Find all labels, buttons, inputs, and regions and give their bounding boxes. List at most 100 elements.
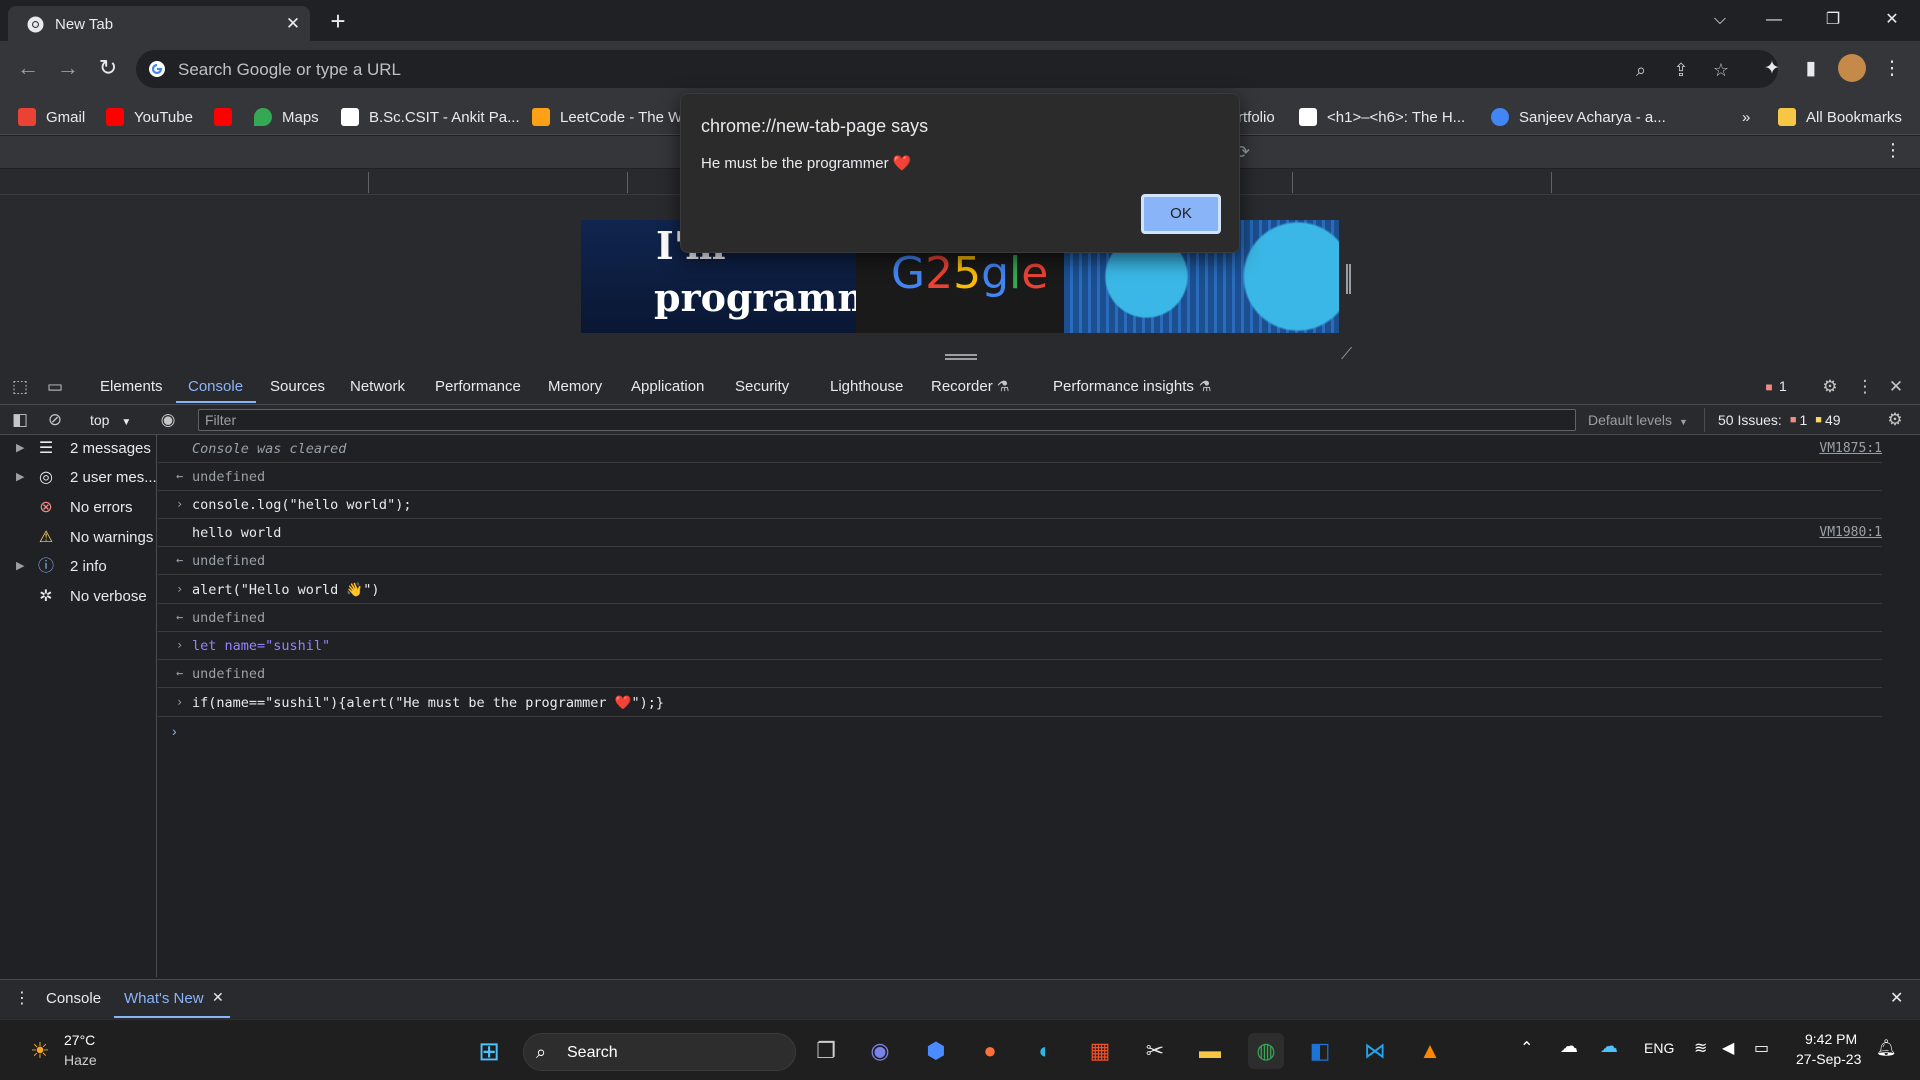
tab-performance[interactable]: Performance: [435, 378, 521, 395]
chrome-taskbar-icon[interactable]: ◍: [1248, 1033, 1284, 1069]
devtools-menu-icon[interactable]: ⋮: [1854, 376, 1876, 398]
zoom-icon[interactable]: ⌕: [1630, 59, 1652, 81]
settings-gear-icon[interactable]: ⚙: [1819, 376, 1841, 398]
close-drawer-icon[interactable]: ✕: [1890, 988, 1903, 1008]
resize-handle[interactable]: [1346, 264, 1351, 294]
tab-memory[interactable]: Memory: [548, 378, 602, 395]
wifi-icon[interactable]: ≋: [1694, 1038, 1707, 1058]
error-badge-count[interactable]: 1: [1779, 378, 1787, 394]
device-toggle-icon[interactable]: ▭: [44, 376, 66, 398]
profile-avatar[interactable]: [1838, 54, 1866, 82]
console-command[interactable]: › let name="sushil": [158, 632, 1882, 660]
weather-icon[interactable]: ☀: [22, 1033, 58, 1069]
bookmark-youtube[interactable]: YouTube: [106, 106, 193, 128]
share-icon[interactable]: ⇪: [1670, 59, 1692, 81]
notification-bell-icon[interactable]: 🔔︎: [1876, 1038, 1896, 1058]
onedrive-cloud-icon[interactable]: ☁: [1600, 1036, 1618, 1057]
source-link[interactable]: VM1980:1: [1819, 525, 1882, 540]
console-settings-gear-icon[interactable]: ⚙: [1884, 409, 1906, 431]
viewport-drag-handle[interactable]: [945, 354, 977, 360]
omnibox[interactable]: Search Google or type a URL ⌕ ⇪ ☆: [136, 50, 1778, 88]
expand-arrow-icon[interactable]: ▶: [16, 441, 24, 454]
expand-arrow-icon[interactable]: ▶: [16, 559, 24, 572]
tab-security[interactable]: Security: [735, 378, 789, 395]
taskbar-search[interactable]: ⌕ Search: [523, 1033, 796, 1071]
issues-counter[interactable]: 50 Issues: ■ 1 ■ 49: [1718, 412, 1841, 428]
vscode-icon[interactable]: ⋈: [1357, 1033, 1393, 1069]
more-bookmarks-button[interactable]: »: [1742, 106, 1750, 128]
clear-console-icon[interactable]: ⊘: [44, 409, 66, 431]
console-command[interactable]: › if(name=="sushil"){alert("He must be t…: [158, 689, 1882, 717]
tab-application[interactable]: Application: [631, 378, 704, 395]
console-output[interactable]: Console was cleared VM1875:1 ← undefined…: [158, 435, 1920, 977]
drawer-tab-console[interactable]: Console: [46, 990, 101, 1007]
minimize-button[interactable]: —: [1754, 4, 1794, 36]
tab-recorder[interactable]: Recorder: [931, 378, 993, 395]
bookmark-mdn-headings[interactable]: <h1>–<h6>: The H...: [1299, 106, 1465, 128]
file-explorer-icon[interactable]: ▬: [1192, 1033, 1228, 1069]
volume-icon[interactable]: ◀: [1722, 1038, 1734, 1058]
forward-button[interactable]: →: [52, 52, 84, 84]
outlook-icon[interactable]: ◧: [1302, 1033, 1338, 1069]
task-view-icon[interactable]: ❐: [808, 1033, 844, 1069]
tab-sources[interactable]: Sources: [270, 378, 325, 395]
clock-date[interactable]: 27-Sep-23: [1796, 1051, 1861, 1067]
close-drawer-tab-icon[interactable]: ✕: [212, 989, 224, 1006]
bookmark-portfolio[interactable]: rtfolio: [1238, 106, 1275, 128]
bookmark-bsc-csit[interactable]: B.Sc.CSIT - Ankit Pa...: [341, 106, 520, 128]
tab-lighthouse[interactable]: Lighthouse: [830, 378, 903, 395]
default-levels-dropdown[interactable]: Default levels ▼: [1588, 412, 1688, 428]
alert-ok-button[interactable]: OK: [1141, 194, 1221, 234]
tab-network[interactable]: Network: [350, 378, 405, 395]
sidebar-item-info[interactable]: ▶ ⓘ 2 info: [0, 553, 157, 581]
drawer-menu-icon[interactable]: ⋮: [14, 988, 30, 1008]
bookmark-maps[interactable]: Maps: [254, 106, 319, 128]
console-command[interactable]: › alert("Hello world 👋"): [158, 576, 1882, 604]
back-button[interactable]: ←: [12, 52, 44, 84]
bookmark-leetcode[interactable]: LeetCode - The W: [532, 106, 682, 128]
tab-console[interactable]: Console: [188, 378, 243, 395]
console-prompt-input[interactable]: ›: [172, 723, 177, 739]
battery-icon[interactable]: ▭: [1754, 1038, 1769, 1058]
corner-resize-icon[interactable]: ⟋: [1341, 346, 1352, 364]
context-selector[interactable]: top ▼: [90, 412, 131, 428]
tab-performance-insights[interactable]: Performance insights: [1053, 378, 1194, 395]
new-tab-button[interactable]: +: [324, 8, 352, 36]
console-filter-input[interactable]: Filter: [198, 409, 1576, 431]
drawer-tab-whats-new[interactable]: What's New: [124, 990, 204, 1007]
app-icon[interactable]: ⬢: [918, 1033, 954, 1069]
microsoft-store-icon[interactable]: ▦: [1082, 1033, 1118, 1069]
bookmark-gmail[interactable]: Gmail: [18, 106, 85, 128]
menu-kebab-icon[interactable]: ⋮: [1878, 55, 1906, 83]
extensions-icon[interactable]: ✦: [1758, 55, 1786, 83]
teams-chat-icon[interactable]: ◉: [862, 1033, 898, 1069]
close-devtools-icon[interactable]: ✕: [1885, 376, 1907, 398]
source-link[interactable]: VM1875:1: [1819, 441, 1882, 456]
snipping-tool-icon[interactable]: ✂: [1137, 1033, 1173, 1069]
sidebar-item-user-messages[interactable]: ▶ ◎ 2 user mes...: [0, 464, 157, 492]
vlc-icon[interactable]: ▲: [1412, 1033, 1448, 1069]
edge-icon[interactable]: ◐: [1027, 1033, 1063, 1069]
onedrive-icon[interactable]: ☁: [1560, 1036, 1578, 1057]
tray-overflow-chevron-icon[interactable]: ⌃: [1520, 1038, 1533, 1058]
reload-button[interactable]: ↻: [92, 52, 124, 84]
side-panel-icon[interactable]: ▮: [1797, 55, 1825, 83]
live-expression-eye-icon[interactable]: ◉: [157, 409, 179, 431]
expand-arrow-icon[interactable]: ▶: [16, 470, 24, 483]
console-command[interactable]: › console.log("hello world");: [158, 491, 1882, 519]
sidebar-item-verbose[interactable]: ✲ No verbose: [0, 583, 157, 611]
close-window-button[interactable]: ✕: [1872, 4, 1912, 36]
inspect-element-icon[interactable]: ⬚: [9, 376, 31, 398]
tab-search-icon[interactable]: ⌵: [1700, 4, 1740, 36]
tab-elements[interactable]: Elements: [100, 378, 163, 395]
sidebar-item-errors[interactable]: ⊗ No errors: [0, 494, 157, 522]
bookmark-star-icon[interactable]: ☆: [1710, 59, 1732, 81]
tab-close-icon[interactable]: ✕: [283, 14, 303, 34]
sidebar-toggle-icon[interactable]: ◧: [9, 409, 31, 431]
weather-temp[interactable]: 27°C: [64, 1032, 95, 1048]
weather-desc[interactable]: Haze: [64, 1052, 97, 1068]
bookmark-youtube-2[interactable]: [214, 106, 242, 128]
sidebar-item-messages[interactable]: ▶ ☰ 2 messages: [0, 435, 157, 463]
device-toolbar-menu-icon[interactable]: ⋮: [1884, 140, 1902, 161]
browser-tab-new-tab[interactable]: New Tab ✕: [8, 6, 310, 41]
